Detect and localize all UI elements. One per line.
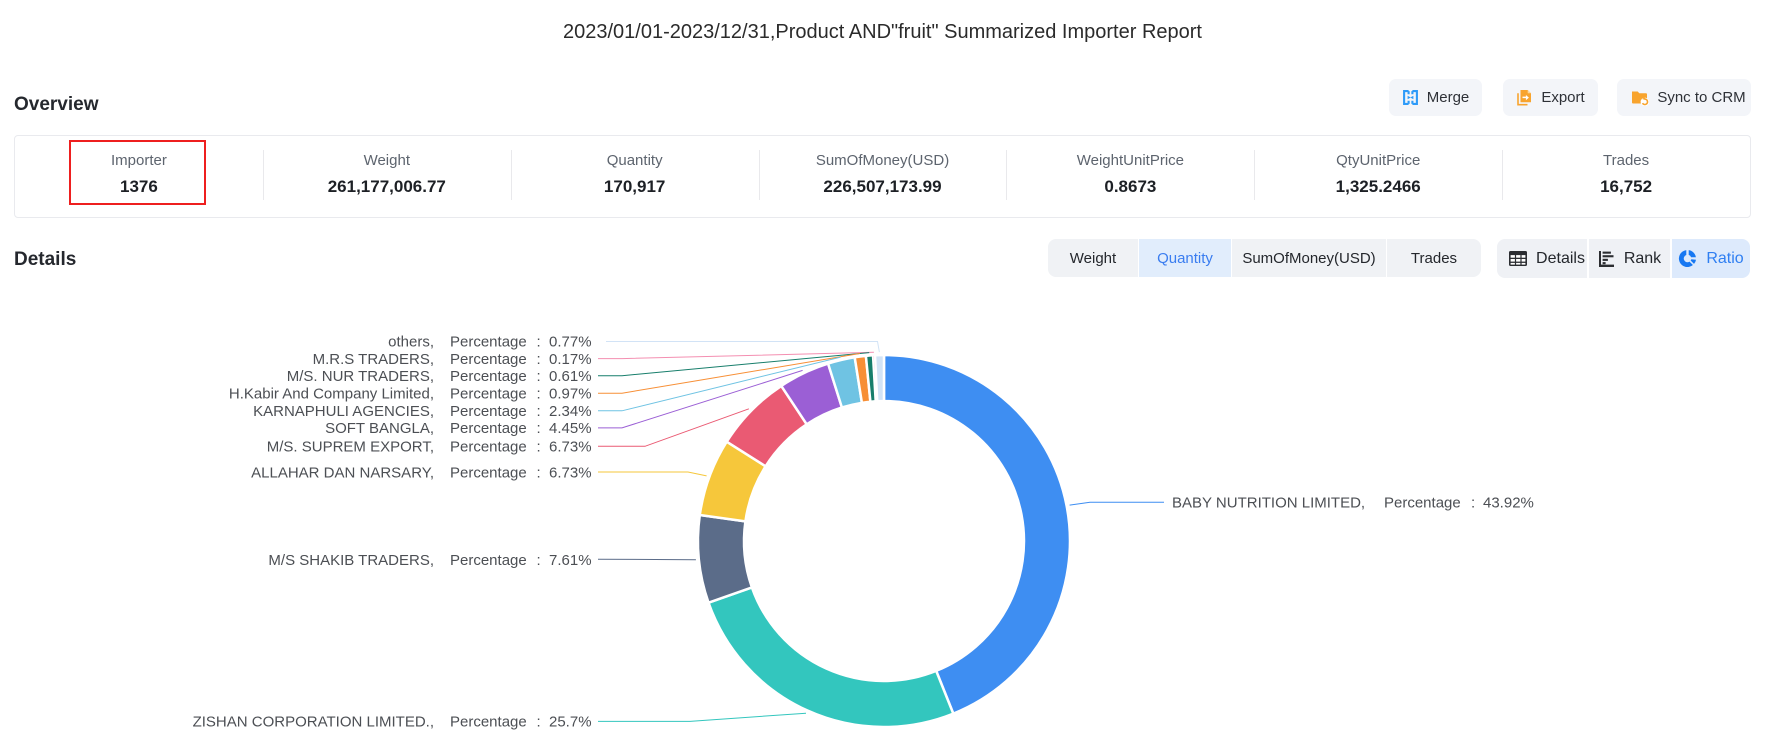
svg-text:H.Kabir And Company Limited,: H.Kabir And Company Limited, [229,386,434,403]
svg-text::: : [537,464,541,481]
svg-text::: : [537,386,541,403]
svg-text::: : [537,552,541,569]
svg-text:BABY NUTRITION LIMITED,: BABY NUTRITION LIMITED, [1172,495,1365,512]
svg-text::: : [537,368,541,385]
svg-text:Percentage: Percentage [450,386,527,403]
svg-text:43.92%: 43.92% [1483,495,1534,512]
svg-text:2.34%: 2.34% [549,403,592,420]
svg-text:M.R.S TRADERS,: M.R.S TRADERS, [313,351,434,368]
svg-text::: : [537,714,541,731]
svg-text:4.45%: 4.45% [549,420,592,437]
svg-text::: : [537,420,541,437]
svg-text:6.73%: 6.73% [549,439,592,456]
svg-text::: : [537,334,541,351]
svg-text:Percentage: Percentage [450,403,527,420]
svg-text:Percentage: Percentage [450,334,527,351]
svg-text:0.97%: 0.97% [549,386,592,403]
svg-text::: : [537,403,541,420]
svg-text:25.7%: 25.7% [549,714,592,731]
svg-text::: : [537,351,541,368]
svg-text:ZISHAN CORPORATION LIMITED.,: ZISHAN CORPORATION LIMITED., [193,714,434,731]
svg-text:7.61%: 7.61% [549,552,592,569]
svg-text:Percentage: Percentage [1384,495,1461,512]
svg-text:Percentage: Percentage [450,714,527,731]
svg-text:Percentage: Percentage [450,368,527,385]
svg-text:SOFT BANGLA,: SOFT BANGLA, [325,420,434,437]
svg-text::: : [537,439,541,456]
svg-text:0.17%: 0.17% [549,351,592,368]
svg-text:others,: others, [388,334,434,351]
svg-text:KARNAPHULI AGENCIES,: KARNAPHULI AGENCIES, [253,403,434,420]
svg-text:Percentage: Percentage [450,439,527,456]
svg-text:0.77%: 0.77% [549,334,592,351]
svg-text:M/S SHAKIB TRADERS,: M/S SHAKIB TRADERS, [268,552,434,569]
svg-text:Percentage: Percentage [450,552,527,569]
svg-text::: : [1471,495,1475,512]
svg-text:6.73%: 6.73% [549,464,592,481]
svg-text:Percentage: Percentage [450,351,527,368]
svg-text:M/S. NUR TRADERS,: M/S. NUR TRADERS, [287,368,434,385]
svg-text:Percentage: Percentage [450,464,527,481]
svg-text:M/S. SUPREM EXPORT,: M/S. SUPREM EXPORT, [267,439,434,456]
svg-text:ALLAHAR DAN NARSARY,: ALLAHAR DAN NARSARY, [251,464,434,481]
svg-text:Percentage: Percentage [450,420,527,437]
svg-text:0.61%: 0.61% [549,368,592,385]
